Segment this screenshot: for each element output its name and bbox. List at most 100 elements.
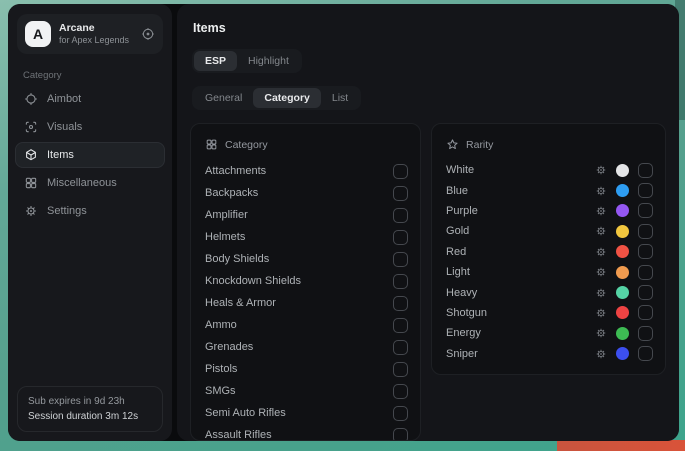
rarity-row[interactable]: Sniper (444, 344, 653, 364)
rarity-checkbox[interactable] (638, 326, 653, 341)
category-checkbox[interactable] (393, 296, 408, 311)
rarity-checkbox[interactable] (638, 305, 653, 320)
subscription-card: Sub expires in 9d 23h Session duration 3… (17, 386, 163, 432)
color-swatch[interactable] (616, 184, 629, 197)
tab-category[interactable]: Category (253, 88, 321, 108)
category-checkbox[interactable] (393, 428, 408, 442)
sub-expiry-text: Sub expires in 9d 23h (28, 394, 152, 409)
sidebar-nav: Aimbot Visuals Items Miscellaneous Setti… (8, 85, 172, 225)
gear-icon[interactable] (595, 287, 607, 299)
category-row[interactable]: Backpacks (203, 182, 408, 204)
gear-icon[interactable] (595, 266, 607, 278)
rarity-checkbox[interactable] (638, 183, 653, 198)
category-checkbox[interactable] (393, 362, 408, 377)
category-row[interactable]: Body Shields (203, 248, 408, 270)
category-panel-title: Category (225, 139, 268, 151)
category-row[interactable]: Heals & Armor (203, 292, 408, 314)
category-row[interactable]: Attachments (203, 160, 408, 182)
color-swatch[interactable] (616, 306, 629, 319)
category-row[interactable]: Grenades (203, 336, 408, 358)
rarity-row[interactable]: Heavy (444, 282, 653, 302)
page-title: Items (193, 21, 666, 35)
category-row[interactable]: Pistols (203, 358, 408, 380)
category-checkbox[interactable] (393, 252, 408, 267)
sidebar-item-label: Miscellaneous (47, 177, 117, 189)
esp-highlight-toggle: ESPHighlight (192, 49, 302, 73)
mode-highlight[interactable]: Highlight (237, 51, 300, 71)
rarity-row[interactable]: Shotgun (444, 303, 653, 323)
app-name: Arcane (59, 22, 133, 35)
rarity-checkbox[interactable] (638, 265, 653, 280)
scan-eye-icon (24, 120, 38, 134)
rarity-checkbox[interactable] (638, 285, 653, 300)
rarity-row[interactable]: Red (444, 242, 653, 262)
category-row-label: Heals & Armor (203, 297, 393, 309)
category-checkbox[interactable] (393, 208, 408, 223)
category-checkbox[interactable] (393, 340, 408, 355)
gear-icon[interactable] (595, 246, 607, 258)
content-area: Category Attachments Backpacks Amplifier… (190, 123, 666, 441)
gear-icon[interactable] (595, 185, 607, 197)
sidebar-item-visuals[interactable]: Visuals (15, 114, 165, 140)
sidebar-item-settings[interactable]: Settings (15, 198, 165, 224)
category-row[interactable]: Assault Rifles (203, 424, 408, 441)
category-row[interactable]: Ammo (203, 314, 408, 336)
category-checkbox[interactable] (393, 230, 408, 245)
sidebar-item-label: Settings (47, 205, 87, 217)
cube-icon (24, 148, 38, 162)
gear-icon[interactable] (595, 205, 607, 217)
category-checkbox[interactable] (393, 384, 408, 399)
category-row[interactable]: SMGs (203, 380, 408, 402)
target-icon[interactable] (141, 27, 155, 41)
category-row-label: Pistols (203, 363, 393, 375)
sidebar-item-label: Visuals (47, 121, 82, 133)
sidebar-section-label: Category (23, 70, 172, 81)
rarity-checkbox[interactable] (638, 203, 653, 218)
category-row-label: Grenades (203, 341, 393, 353)
desktop-background: A Arcane for Apex Legends Category Aimbo… (0, 0, 685, 451)
sidebar-item-aimbot[interactable]: Aimbot (15, 86, 165, 112)
category-row[interactable]: Helmets (203, 226, 408, 248)
gear-icon[interactable] (595, 327, 607, 339)
color-swatch[interactable] (616, 204, 629, 217)
color-swatch[interactable] (616, 266, 629, 279)
mode-esp[interactable]: ESP (194, 51, 237, 71)
category-checkbox[interactable] (393, 406, 408, 421)
color-swatch[interactable] (616, 286, 629, 299)
rarity-row[interactable]: Energy (444, 323, 653, 343)
category-panel-header: Category (205, 138, 408, 151)
rarity-checkbox[interactable] (638, 163, 653, 178)
color-swatch[interactable] (616, 245, 629, 258)
rarity-row[interactable]: Blue (444, 180, 653, 200)
rarity-checkbox[interactable] (638, 346, 653, 361)
color-swatch[interactable] (616, 327, 629, 340)
color-swatch[interactable] (616, 347, 629, 360)
category-row[interactable]: Knockdown Shields (203, 270, 408, 292)
gear-icon[interactable] (595, 225, 607, 237)
gear-icon[interactable] (595, 307, 607, 319)
category-row[interactable]: Semi Auto Rifles (203, 402, 408, 424)
tab-general[interactable]: General (194, 88, 253, 108)
brand-card: A Arcane for Apex Legends (17, 14, 163, 54)
category-row-label: Ammo (203, 319, 393, 331)
rarity-checkbox[interactable] (638, 224, 653, 239)
rarity-row-label: Red (444, 246, 595, 258)
color-swatch[interactable] (616, 164, 629, 177)
gear-icon[interactable] (595, 164, 607, 176)
sidebar-item-miscellaneous[interactable]: Miscellaneous (15, 170, 165, 196)
gear-icon[interactable] (595, 348, 607, 360)
category-checkbox[interactable] (393, 186, 408, 201)
rarity-row[interactable]: Purple (444, 201, 653, 221)
rarity-row[interactable]: Light (444, 262, 653, 282)
category-row[interactable]: Amplifier (203, 204, 408, 226)
rarity-row[interactable]: White (444, 160, 653, 180)
category-checkbox[interactable] (393, 164, 408, 179)
rarity-row[interactable]: Gold (444, 221, 653, 241)
category-checkbox[interactable] (393, 274, 408, 289)
rarity-checkbox[interactable] (638, 244, 653, 259)
tab-list[interactable]: List (321, 88, 359, 108)
sidebar-item-items[interactable]: Items (15, 142, 165, 168)
color-swatch[interactable] (616, 225, 629, 238)
rarity-row-label: Energy (444, 327, 595, 339)
category-checkbox[interactable] (393, 318, 408, 333)
